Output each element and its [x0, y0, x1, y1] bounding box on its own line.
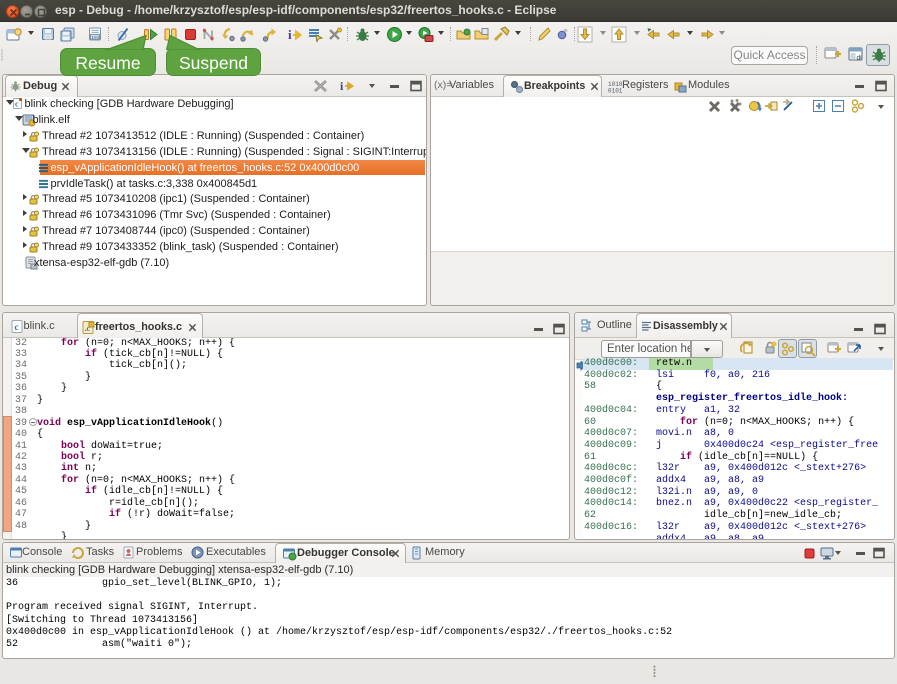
svg-text:101: 101: [91, 35, 100, 41]
svg-text:di: di: [857, 55, 862, 62]
svg-text:i: i: [288, 27, 292, 42]
svg-text:i: i: [340, 79, 344, 93]
svg-text:c: c: [15, 100, 19, 109]
svg-text:c: c: [15, 322, 19, 332]
svg-text:0101: 0101: [608, 88, 623, 95]
